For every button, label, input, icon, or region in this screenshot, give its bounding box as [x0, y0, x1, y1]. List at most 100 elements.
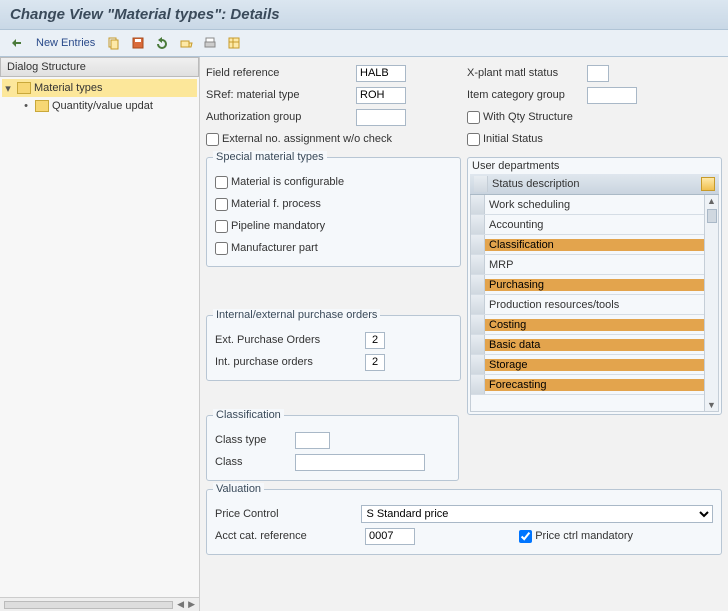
auth-group-label: Authorization group — [206, 111, 356, 123]
pipeline-checkbox[interactable] — [215, 220, 228, 233]
process-label: Material f. process — [231, 198, 321, 210]
user-dept-row[interactable]: Work scheduling — [471, 195, 718, 215]
int-po-label: Int. purchase orders — [215, 356, 365, 368]
user-dept-scrollbar[interactable]: ▲ ▼ — [704, 195, 718, 411]
initial-status-checkbox[interactable] — [467, 133, 480, 146]
ext-po-label: Ext. Purchase Orders — [215, 334, 365, 346]
acct-cat-input[interactable] — [365, 528, 415, 545]
scroll-right-icon[interactable]: ▶ — [188, 599, 195, 610]
collapse-icon[interactable]: ▾ — [2, 82, 14, 95]
copy-icon[interactable] — [105, 34, 123, 52]
folder-open-icon — [17, 82, 31, 94]
auth-group-input[interactable] — [356, 109, 406, 126]
toggle-icon[interactable] — [8, 34, 26, 52]
row-handle[interactable] — [471, 195, 485, 214]
ext-po-input[interactable] — [365, 332, 385, 349]
itemcat-label: Item category group — [467, 89, 587, 101]
group-legend: Internal/external purchase orders — [213, 309, 380, 321]
price-control-label: Price Control — [215, 508, 361, 520]
configurable-label: Material is configurable — [231, 176, 344, 188]
int-po-input[interactable] — [365, 354, 385, 371]
scroll-thumb[interactable] — [707, 209, 717, 223]
row-handle[interactable] — [471, 215, 485, 234]
scroll-down-icon[interactable]: ▼ — [707, 399, 716, 411]
row-handle[interactable] — [471, 275, 485, 294]
user-dept-label: Production resources/tools — [485, 299, 718, 311]
dialog-structure-panel: Dialog Structure ▾ Material types • Quan… — [0, 57, 200, 611]
manufacturer-checkbox[interactable] — [215, 242, 228, 255]
user-dept-row[interactable]: MRP — [471, 255, 718, 275]
scroll-up-icon[interactable]: ▲ — [707, 195, 716, 207]
user-dept-row[interactable]: Storage — [471, 355, 718, 375]
sref-label: SRef: material type — [206, 89, 356, 101]
page-title: Change View "Material types": Details — [0, 0, 728, 30]
status-column-header[interactable]: Status description — [488, 178, 701, 190]
sref-input[interactable] — [356, 87, 406, 104]
class-label: Class — [215, 456, 295, 468]
process-checkbox[interactable] — [215, 198, 228, 211]
user-dept-label: Purchasing — [485, 279, 718, 291]
field-reference-label: Field reference — [206, 67, 356, 79]
user-dept-label: Work scheduling — [485, 199, 718, 211]
ext-no-checkbox[interactable] — [206, 133, 219, 146]
folder-icon — [35, 100, 49, 112]
tree-label: Quantity/value updat — [52, 100, 153, 112]
save-icon[interactable] — [129, 34, 147, 52]
row-handle[interactable] — [471, 335, 485, 354]
print-icon[interactable] — [201, 34, 219, 52]
row-handle[interactable] — [471, 295, 485, 314]
user-dept-row[interactable]: Production resources/tools — [471, 295, 718, 315]
row-handle[interactable] — [471, 355, 485, 374]
itemcat-input[interactable] — [587, 87, 637, 104]
tree-scrollbar[interactable]: ◀ ▶ — [0, 597, 199, 611]
configurable-checkbox[interactable] — [215, 176, 228, 189]
table-config-icon[interactable] — [701, 177, 715, 191]
ext-no-label: External no. assignment w/o check — [222, 133, 392, 145]
acct-cat-label: Acct cat. reference — [215, 530, 365, 542]
class-type-input[interactable] — [295, 432, 330, 449]
scroll-left-icon[interactable]: ◀ — [177, 599, 184, 610]
new-entries-link[interactable]: New Entries — [36, 37, 95, 49]
user-dept-label: Accounting — [485, 219, 718, 231]
classification-group: Classification Class type Class — [206, 415, 459, 481]
tree-node-material-types[interactable]: ▾ Material types — [2, 79, 197, 97]
manufacturer-label: Manufacturer part — [231, 242, 318, 254]
user-dept-row[interactable]: Classification — [471, 235, 718, 255]
row-handle[interactable] — [471, 315, 485, 334]
valuation-group: Valuation Price Control S Standard price… — [206, 489, 722, 555]
tree: ▾ Material types • Quantity/value updat — [0, 77, 199, 597]
row-handle[interactable] — [471, 235, 485, 254]
group-legend: Valuation — [213, 483, 264, 495]
transport-icon[interactable] — [177, 34, 195, 52]
purchase-orders-group: Internal/external purchase orders Ext. P… — [206, 315, 461, 381]
special-material-types-group: Special material types Material is confi… — [206, 157, 461, 267]
price-control-select[interactable]: S Standard price — [361, 505, 713, 523]
select-all-handle[interactable] — [474, 176, 488, 192]
table-settings-icon[interactable] — [225, 34, 243, 52]
user-dept-label: Classification — [485, 239, 718, 251]
price-mandatory-checkbox[interactable] — [519, 530, 532, 543]
undo-icon[interactable] — [153, 34, 171, 52]
user-dept-label: Costing — [485, 319, 718, 331]
tree-node-quantity-value[interactable]: • Quantity/value updat — [2, 97, 197, 115]
field-reference-input[interactable] — [356, 65, 406, 82]
class-input[interactable] — [295, 454, 425, 471]
user-dept-label: Storage — [485, 359, 718, 371]
tree-label: Material types — [34, 82, 102, 94]
user-dept-label: MRP — [485, 259, 718, 271]
withqty-label: With Qty Structure — [483, 111, 573, 123]
withqty-checkbox[interactable] — [467, 111, 480, 124]
user-departments-group: User departments Status description Work… — [467, 157, 722, 415]
xplant-input[interactable] — [587, 65, 609, 82]
class-type-label: Class type — [215, 434, 295, 446]
user-dept-row[interactable]: Purchasing — [471, 275, 718, 295]
row-handle[interactable] — [471, 375, 485, 394]
user-dept-row[interactable]: Forecasting — [471, 375, 718, 395]
user-dept-row[interactable]: Costing — [471, 315, 718, 335]
user-dept-row[interactable]: Accounting — [471, 215, 718, 235]
price-mandatory-label: Price ctrl mandatory — [535, 530, 633, 542]
user-dept-row[interactable]: Basic data — [471, 335, 718, 355]
pipeline-label: Pipeline mandatory — [231, 220, 325, 232]
row-handle[interactable] — [471, 255, 485, 274]
group-legend: Special material types — [213, 151, 327, 163]
